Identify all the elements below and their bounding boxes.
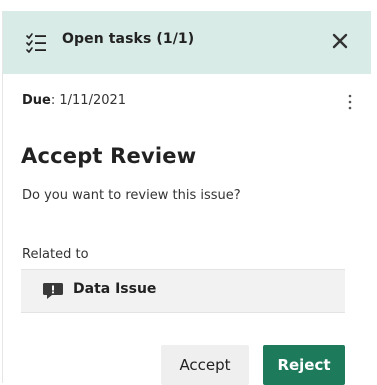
accept-button[interactable]: Accept — [161, 345, 249, 385]
related-item-label: Data Issue — [73, 281, 157, 297]
open-tasks-panel: Open tasks (1/1) Due: 1/11/2021 Accept R… — [2, 11, 371, 385]
issue-flag-icon — [43, 283, 63, 299]
due-date: Due: 1/11/2021 — [22, 93, 126, 108]
task-list-icon — [26, 33, 46, 53]
due-value: : 1/11/2021 — [50, 93, 127, 108]
more-vertical-icon[interactable] — [345, 93, 355, 111]
task-description: Do you want to review this issue? — [22, 188, 241, 203]
due-label: Due — [22, 93, 51, 108]
related-to-label: Related to — [22, 247, 89, 262]
reject-button[interactable]: Reject — [263, 345, 345, 385]
close-icon[interactable] — [329, 30, 351, 52]
task-title: Accept Review — [21, 144, 197, 168]
related-item[interactable]: Data Issue — [21, 269, 345, 313]
panel-title: Open tasks (1/1) — [62, 31, 195, 47]
panel-header: Open tasks (1/1) — [3, 11, 371, 74]
